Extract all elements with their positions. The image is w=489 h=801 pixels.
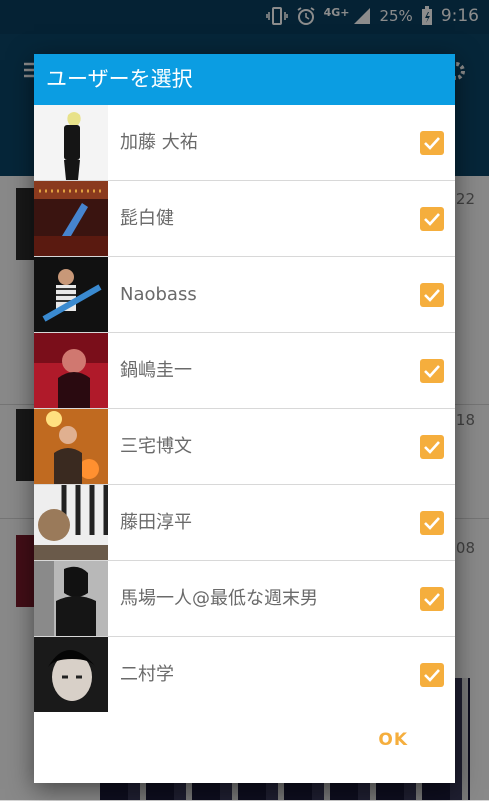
user-checkbox[interactable] — [420, 511, 444, 535]
user-row[interactable]: 二村学 — [34, 637, 455, 713]
user-checkbox[interactable] — [420, 435, 444, 459]
check-icon — [424, 137, 440, 150]
user-row[interactable]: 馬場一人@最低な週末男 — [34, 561, 455, 637]
check-icon — [424, 365, 440, 378]
check-icon — [424, 517, 440, 530]
user-checkbox[interactable] — [420, 283, 444, 307]
user-row[interactable]: 加藤 大祐 — [34, 105, 455, 181]
check-icon — [424, 213, 440, 226]
user-checkbox[interactable] — [420, 587, 444, 611]
avatar — [34, 257, 108, 332]
user-name: 加藤 大祐 — [120, 132, 198, 153]
dialog-title: ユーザーを選択 — [34, 54, 455, 105]
check-icon — [424, 593, 440, 606]
user-name: 鍋嶋圭一 — [120, 360, 192, 381]
user-row[interactable]: 鍋嶋圭一 — [34, 333, 455, 409]
user-checkbox[interactable] — [420, 131, 444, 155]
avatar — [34, 485, 108, 560]
avatar — [34, 409, 108, 484]
user-row[interactable]: 髭白健 — [34, 181, 455, 257]
avatar — [34, 333, 108, 408]
user-row[interactable]: Naobass — [34, 257, 455, 333]
avatar — [34, 561, 108, 636]
user-checkbox[interactable] — [420, 207, 444, 231]
check-icon — [424, 669, 440, 682]
avatar — [34, 181, 108, 256]
user-name: 馬場一人@最低な週末男 — [120, 588, 318, 609]
avatar — [34, 637, 108, 712]
user-name: 三宅博文 — [120, 436, 192, 457]
user-name: 二村学 — [120, 664, 174, 685]
check-icon — [424, 289, 440, 302]
ok-button[interactable]: OK — [378, 730, 408, 750]
user-list: 加藤 大祐 髭白健 Naobass 鍋嶋圭一 三宅博文 藤田淳平 馬場一人@最低… — [34, 105, 455, 713]
user-checkbox[interactable] — [420, 663, 444, 687]
user-name: 藤田淳平 — [120, 512, 192, 533]
check-icon — [424, 441, 440, 454]
user-name: Naobass — [120, 284, 197, 305]
avatar — [34, 105, 108, 180]
user-checkbox[interactable] — [420, 359, 444, 383]
user-row[interactable]: 三宅博文 — [34, 409, 455, 485]
user-row[interactable]: 藤田淳平 — [34, 485, 455, 561]
select-user-dialog: ユーザーを選択 加藤 大祐 髭白健 Naobass 鍋嶋圭一 三宅博文 藤田淳平… — [34, 54, 455, 783]
user-name: 髭白健 — [120, 208, 174, 229]
